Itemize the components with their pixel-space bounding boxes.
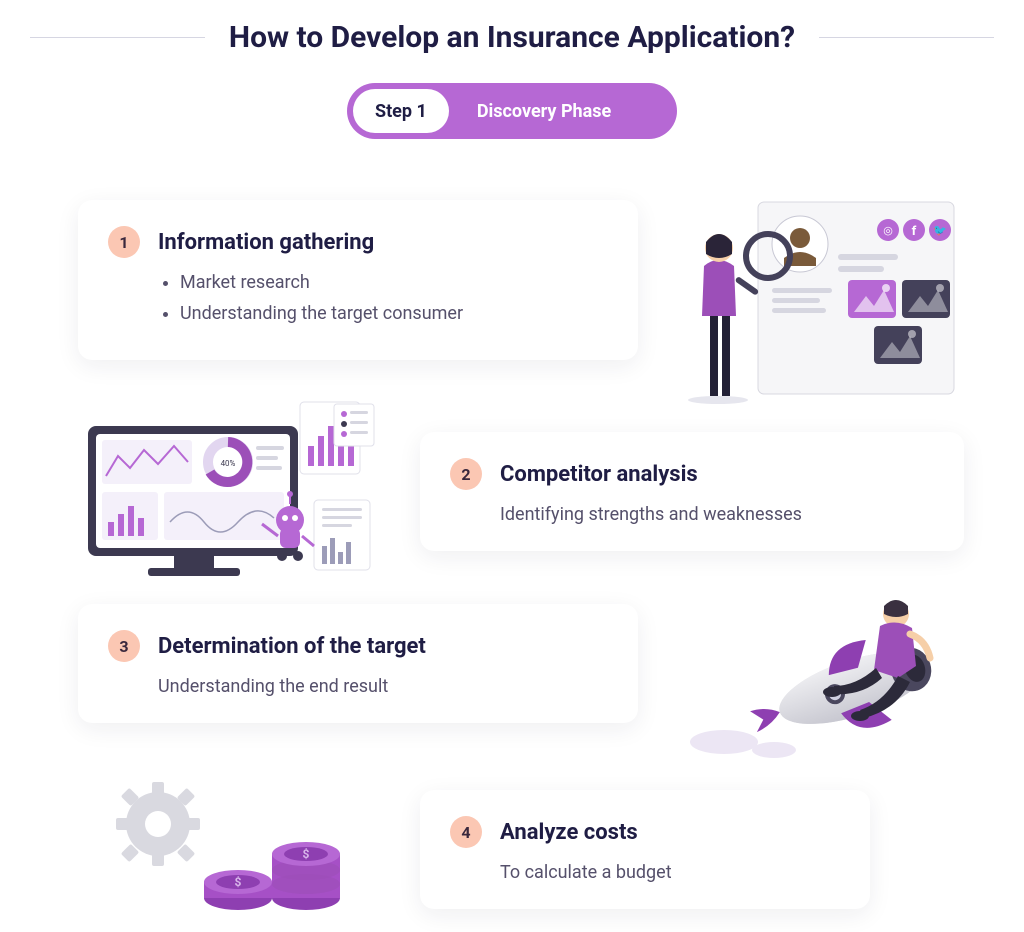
- card-information-gathering: 1 Information gathering Market research …: [78, 200, 638, 360]
- card-title: Competitor analysis: [500, 462, 698, 487]
- card-description: To calculate a budget: [500, 862, 840, 883]
- phase-label: Discovery Phase: [477, 101, 611, 122]
- dashboard-illustration: 40%: [78, 396, 388, 592]
- card-competitor-analysis: 2 Competitor analysis Identifying streng…: [420, 432, 964, 551]
- step-number-badge: 3: [108, 630, 140, 662]
- list-item: Market research: [180, 272, 608, 293]
- page-title: How to Develop an Insurance Application?: [229, 20, 795, 55]
- svg-text:🐦: 🐦: [933, 224, 947, 237]
- svg-text:40%: 40%: [221, 459, 236, 468]
- card-title: Information gathering: [158, 230, 374, 255]
- rocket-illustration: [684, 578, 984, 768]
- svg-text:◎: ◎: [883, 224, 893, 237]
- step-number-badge: 1: [108, 226, 140, 258]
- step-pill: Step 1 Discovery Phase: [347, 83, 677, 139]
- svg-text:$: $: [303, 847, 310, 861]
- svg-text:f: f: [912, 224, 917, 239]
- card-analyze-costs: 4 Analyze costs To calculate a budget: [420, 790, 870, 909]
- step-chip: Step 1: [353, 89, 449, 133]
- step-number-badge: 2: [450, 458, 482, 490]
- budget-illustration: $ $: [108, 774, 368, 914]
- horizontal-rule-left: [30, 37, 205, 38]
- list-item: Understanding the target consumer: [180, 303, 608, 324]
- horizontal-rule-right: [819, 37, 994, 38]
- svg-text:$: $: [235, 875, 242, 889]
- step-number-badge: 4: [450, 816, 482, 848]
- card-bullet-list: Market research Understanding the target…: [180, 272, 608, 324]
- card-title: Determination of the target: [158, 634, 426, 659]
- card-description: Understanding the end result: [158, 676, 608, 697]
- research-illustration: ◎ f 🐦: [688, 196, 960, 406]
- card-description: Identifying strengths and weaknesses: [500, 504, 934, 525]
- card-title: Analyze costs: [500, 820, 638, 845]
- card-determination-target: 3 Determination of the target Understand…: [78, 604, 638, 723]
- title-row: How to Develop an Insurance Application?: [30, 20, 994, 55]
